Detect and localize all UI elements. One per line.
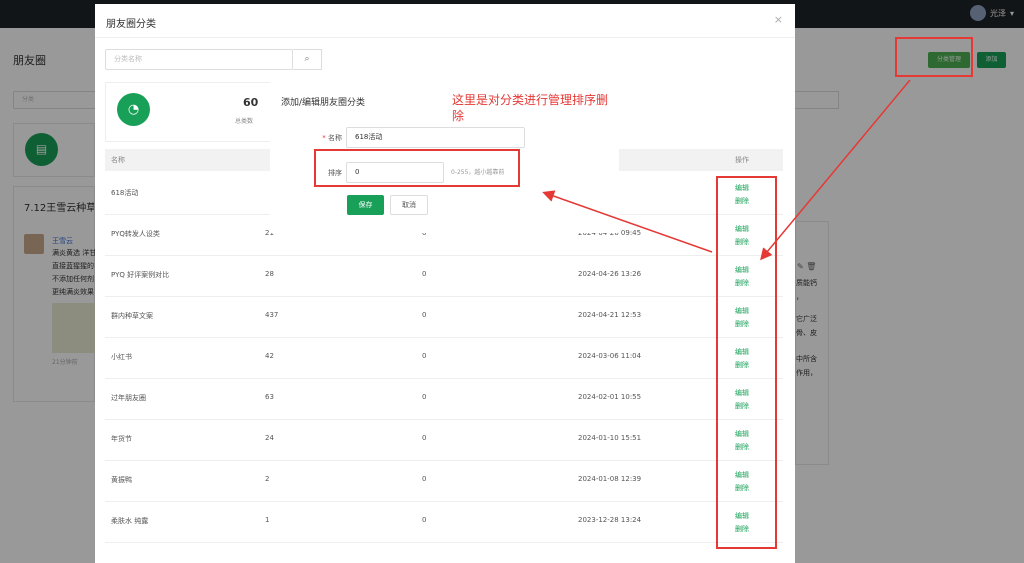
arrow-to-operations — [760, 79, 911, 261]
annotation-arrows — [542, 79, 911, 261]
arrow-to-edit-dialog — [542, 190, 713, 253]
